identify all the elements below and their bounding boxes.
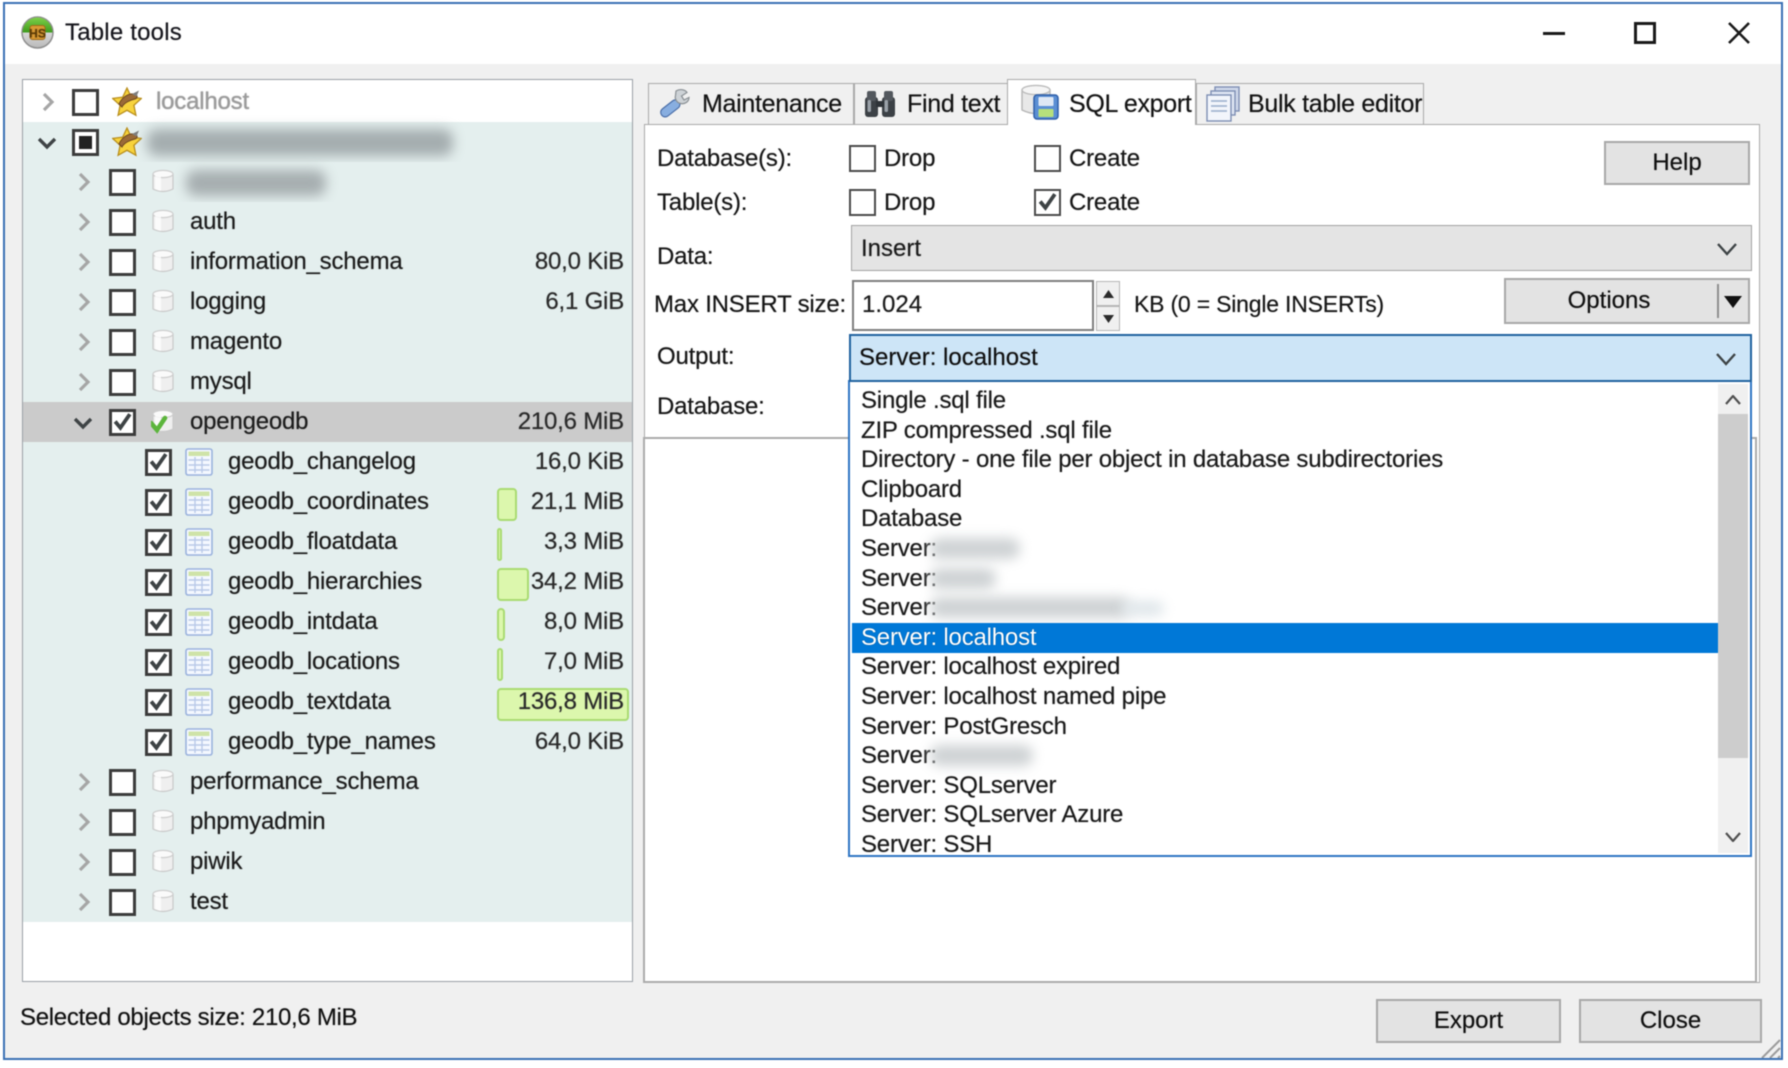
svg-text:HS: HS: [29, 27, 46, 41]
